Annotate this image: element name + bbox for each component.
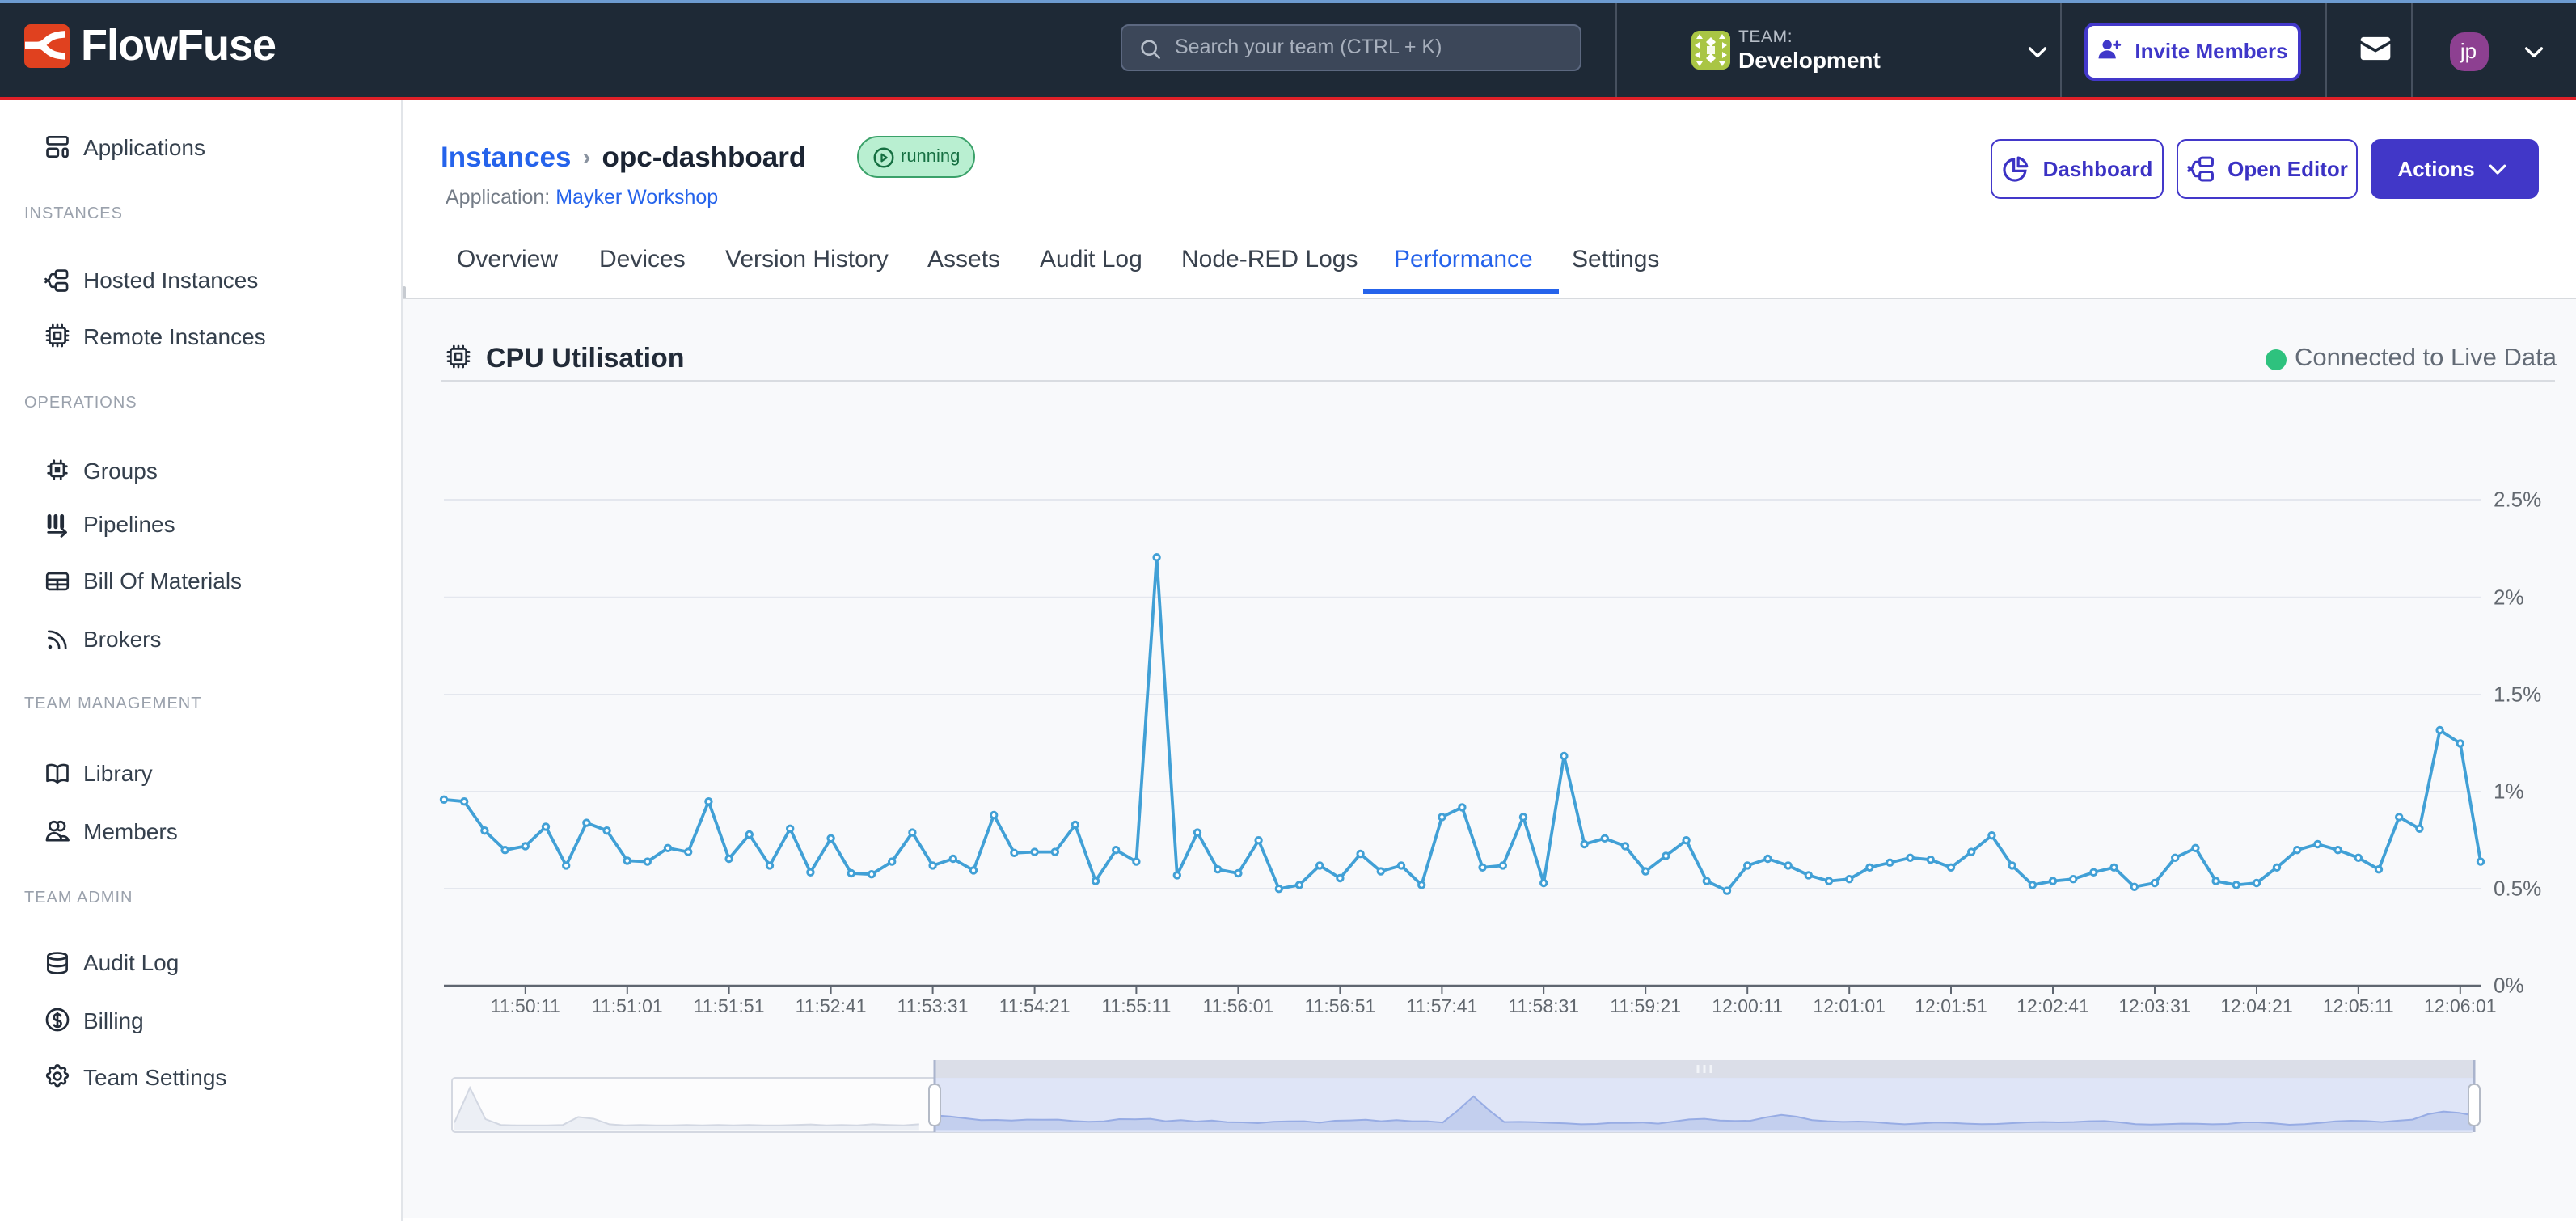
svg-text:11:51:51: 11:51:51 <box>694 995 765 1016</box>
svg-text:11:51:01: 11:51:01 <box>592 995 663 1016</box>
svg-text:11:53:31: 11:53:31 <box>897 995 969 1016</box>
svg-text:12:01:51: 12:01:51 <box>1915 995 1987 1016</box>
svg-text:1%: 1% <box>2494 779 2524 804</box>
svg-text:12:06:01: 12:06:01 <box>2424 995 2497 1016</box>
svg-text:11:52:41: 11:52:41 <box>796 995 867 1016</box>
svg-text:12:04:21: 12:04:21 <box>2220 995 2293 1016</box>
svg-text:12:05:11: 12:05:11 <box>2323 995 2394 1016</box>
svg-text:0.5%: 0.5% <box>2494 877 2541 901</box>
svg-text:11:55:11: 11:55:11 <box>1101 995 1171 1016</box>
svg-text:11:54:21: 11:54:21 <box>999 995 1071 1016</box>
svg-text:11:50:11: 11:50:11 <box>491 995 560 1016</box>
svg-text:12:01:01: 12:01:01 <box>1813 995 1886 1016</box>
svg-text:0%: 0% <box>2494 974 2524 998</box>
svg-text:11:59:21: 11:59:21 <box>1610 995 1681 1016</box>
svg-text:1.5%: 1.5% <box>2494 682 2541 707</box>
svg-text:11:58:31: 11:58:31 <box>1508 995 1579 1016</box>
svg-text:11:56:01: 11:56:01 <box>1202 995 1273 1016</box>
svg-text:12:00:11: 12:00:11 <box>1712 995 1783 1016</box>
svg-text:2%: 2% <box>2494 585 2524 609</box>
svg-text:2.5%: 2.5% <box>2494 488 2541 512</box>
svg-text:12:02:41: 12:02:41 <box>2016 995 2089 1016</box>
svg-text:11:57:41: 11:57:41 <box>1406 995 1477 1016</box>
svg-text:11:56:51: 11:56:51 <box>1304 995 1375 1016</box>
svg-text:12:03:31: 12:03:31 <box>2118 995 2191 1016</box>
